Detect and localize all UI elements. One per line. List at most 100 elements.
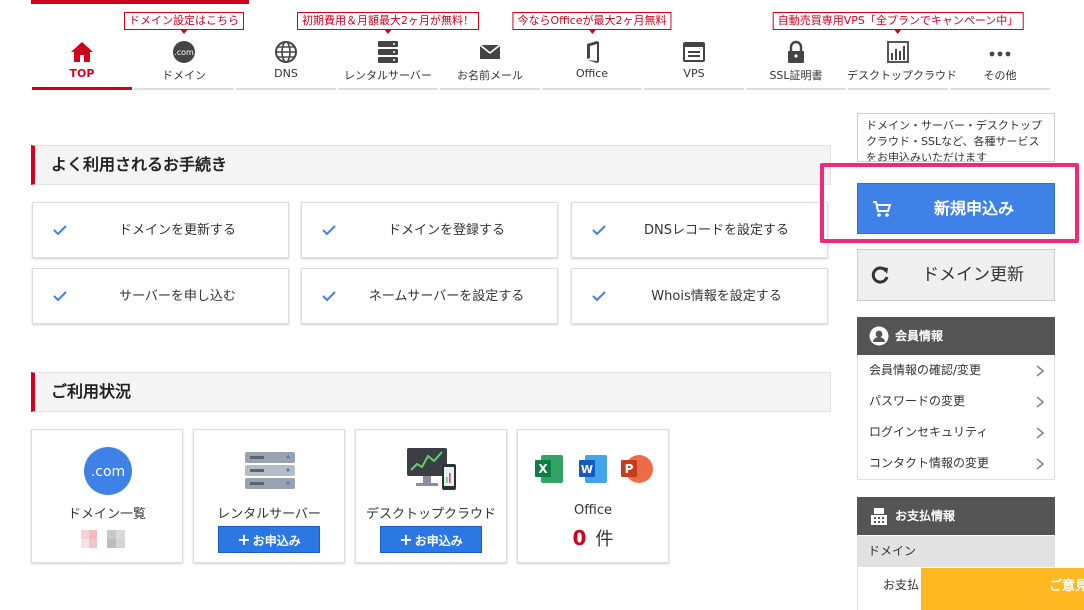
nav-label: DNS	[274, 67, 298, 80]
nav-underline	[440, 88, 540, 90]
svg-text:X: X	[538, 462, 548, 476]
dotcom-icon: .com	[84, 447, 132, 495]
member-item-login-security[interactable]: ログインセキュリティ	[858, 417, 1054, 448]
nav-item-vps[interactable]: VPS	[643, 10, 745, 90]
count-value: 0	[572, 526, 587, 550]
procedure-label: ドメインを登録する	[387, 223, 505, 238]
office-card[interactable]: X W P Office 0 件	[517, 429, 669, 563]
plus-icon: +	[237, 530, 251, 549]
nav-label: Office	[575, 67, 609, 80]
member-item-profile[interactable]: 会員情報の確認/変更	[858, 355, 1054, 386]
highlight-frame	[820, 163, 1079, 243]
top-accent-bar	[31, 0, 249, 4]
procedure-label: ネームサーバーを設定する	[368, 289, 525, 304]
procedure-label: サーバーを申し込む	[119, 289, 236, 304]
apply-label: お申込み	[414, 534, 463, 548]
user-icon	[869, 326, 889, 346]
payment-item-label: お支払	[883, 578, 920, 592]
renew-label: ドメイン更新	[922, 265, 1024, 285]
nav-underline	[746, 88, 846, 90]
member-info-title: 会員情報	[895, 329, 944, 343]
apply-server-button[interactable]: サーバーを申し込む	[32, 268, 289, 324]
nav-item-office[interactable]: 今ならOfficeが最大2ヶ月無料 Office	[512, 10, 672, 90]
procedure-label: DNSレコードを設定する	[644, 223, 789, 238]
renew-domain-sidebar-button[interactable]: ドメイン更新	[857, 249, 1055, 301]
member-item-password[interactable]: パスワードの変更	[858, 386, 1054, 417]
home-icon	[71, 42, 93, 62]
register-domain-button[interactable]: ドメインを登録する	[301, 202, 558, 258]
check-icon	[322, 225, 336, 236]
blurred-count	[81, 530, 129, 548]
member-item-contact[interactable]: コンタクト情報の変更	[858, 448, 1054, 479]
check-icon	[592, 291, 606, 302]
apply-server-card-button[interactable]: + お申込み	[218, 526, 320, 553]
nav-underline	[542, 88, 642, 90]
member-item-label: 会員情報の確認/変更	[869, 363, 982, 377]
apply-desktop-cloud-button[interactable]: + お申込み	[380, 526, 482, 553]
procedure-label: ドメインを更新する	[118, 223, 236, 238]
svg-text:.com: .com	[91, 464, 125, 480]
nav-underline	[950, 88, 1050, 90]
whois-button[interactable]: Whois情報を設定する	[571, 268, 828, 324]
rental-server-card: レンタルサーバー + お申込み	[193, 429, 345, 563]
office-icon	[587, 41, 599, 63]
nav-underline	[134, 88, 234, 90]
dotcom-icon: .com	[173, 41, 195, 63]
count-unit: 件	[595, 529, 614, 550]
svg-text:P: P	[625, 462, 634, 476]
nav-label: その他	[983, 69, 1017, 82]
payment-info-title: お支払情報	[895, 509, 956, 523]
office-count: 0 件	[518, 525, 668, 551]
card-title: デスクトップクラウド	[365, 507, 496, 522]
nav-item-more[interactable]: その他	[949, 10, 1051, 90]
member-item-label: ログインセキュリティ	[869, 425, 989, 439]
procedure-label: Whois情報を設定する	[651, 289, 782, 304]
chevron-right-icon	[1036, 365, 1044, 377]
member-item-label: パスワードの変更	[869, 394, 966, 408]
renew-domain-button[interactable]: ドメインを更新する	[32, 202, 289, 258]
vps-icon	[683, 42, 705, 62]
member-info-heading: 会員情報	[857, 317, 1055, 355]
nav-label: デスクトップクラウド	[847, 69, 957, 82]
nameserver-button[interactable]: ネームサーバーを設定する	[301, 268, 558, 324]
chevron-right-icon	[1036, 396, 1044, 408]
plus-icon: +	[399, 530, 413, 549]
main-nav: TOP ドメイン設定はこちら .com ドメイン DNS 初期費用＆月額最大2ヶ…	[31, 10, 1055, 90]
card-title: レンタルサーバー	[217, 507, 321, 522]
office-apps-icon: X W P	[535, 455, 653, 483]
lock-icon	[788, 40, 804, 63]
promo-badge[interactable]: ドメイン設定はこちら	[124, 12, 244, 34]
card-title: ドメイン一覧	[67, 507, 146, 522]
card-title: Office	[574, 503, 612, 518]
domain-list-card[interactable]: .com ドメイン一覧	[31, 429, 183, 563]
nav-label: ドメイン	[162, 69, 206, 82]
check-icon	[322, 291, 336, 302]
feedback-tab[interactable]: ご意見	[921, 568, 1084, 610]
nav-underline	[848, 88, 948, 90]
nav-label: SSL証明書	[769, 69, 823, 82]
nav-underline	[32, 87, 132, 90]
nav-item-top[interactable]: TOP	[31, 10, 133, 90]
apply-info-text: ドメイン・サーバー・デスクトップクラウド・SSLなど、各種サービスをお申込みいた…	[857, 113, 1055, 162]
check-icon	[53, 291, 67, 302]
chevron-right-icon	[1036, 458, 1044, 470]
desktop-cloud-card: デスクトップクラウド + お申込み	[355, 429, 507, 563]
nav-label: お名前メール	[457, 69, 523, 82]
desktop-cloud-icon	[887, 41, 909, 63]
nav-item-rental-server[interactable]: 初期費用＆月額最大2ヶ月が無料！ レンタルサーバー	[297, 10, 479, 90]
refresh-icon	[871, 266, 889, 284]
payment-domain-label: ドメイン	[857, 536, 1055, 567]
payment-info-heading: お支払情報	[857, 497, 1055, 535]
procedures-heading: よく利用されるお手続き	[31, 145, 831, 185]
usage-heading: ご利用状況	[31, 372, 831, 412]
chevron-right-icon	[1036, 427, 1044, 439]
register-icon	[871, 508, 887, 525]
check-icon	[592, 225, 606, 236]
svg-text:W: W	[581, 463, 593, 476]
nav-item-desktop-cloud[interactable]: 自動売買専用VPS「全プランでキャンペーン中」 デスクトップクラウド	[772, 10, 1024, 90]
nav-item-domain[interactable]: ドメイン設定はこちら .com ドメイン	[124, 10, 244, 90]
nav-label: TOP	[69, 67, 95, 80]
mail-icon	[479, 44, 501, 59]
desktop-chart-icon	[407, 448, 456, 490]
dns-record-button[interactable]: DNSレコードを設定する	[571, 202, 828, 258]
